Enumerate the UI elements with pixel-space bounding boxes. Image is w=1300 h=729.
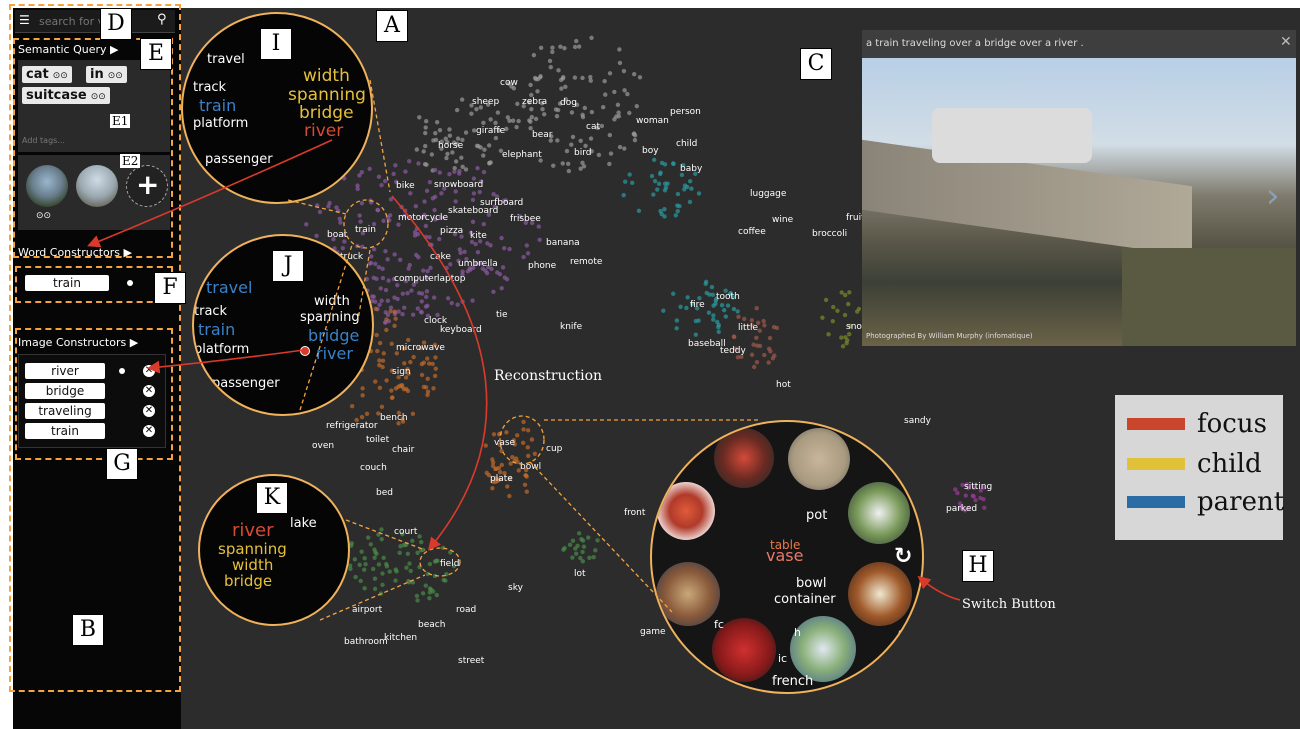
panel-letter-E1: E1 bbox=[110, 114, 131, 128]
panel-letter-F: F bbox=[154, 272, 186, 304]
panel-letter-E: E bbox=[140, 38, 172, 70]
connector-overlay bbox=[87, 79, 961, 621]
panel-letter-E2: E2 bbox=[120, 154, 141, 168]
reconstruction-label: Reconstruction bbox=[494, 368, 603, 384]
panel-letter-D: D bbox=[100, 8, 132, 40]
panel-letter-G: G bbox=[106, 448, 138, 480]
panel-letter-K: K bbox=[256, 482, 288, 514]
switch-button-label: Switch Button bbox=[962, 597, 1056, 612]
panel-letter-C: C bbox=[800, 48, 832, 80]
panel-letter-I: I bbox=[260, 28, 292, 60]
panel-letter-A: A bbox=[376, 10, 408, 42]
panel-letter-B: B bbox=[72, 614, 104, 646]
panel-letter-H: H bbox=[962, 550, 994, 582]
panel-letter-J: J bbox=[272, 250, 304, 282]
